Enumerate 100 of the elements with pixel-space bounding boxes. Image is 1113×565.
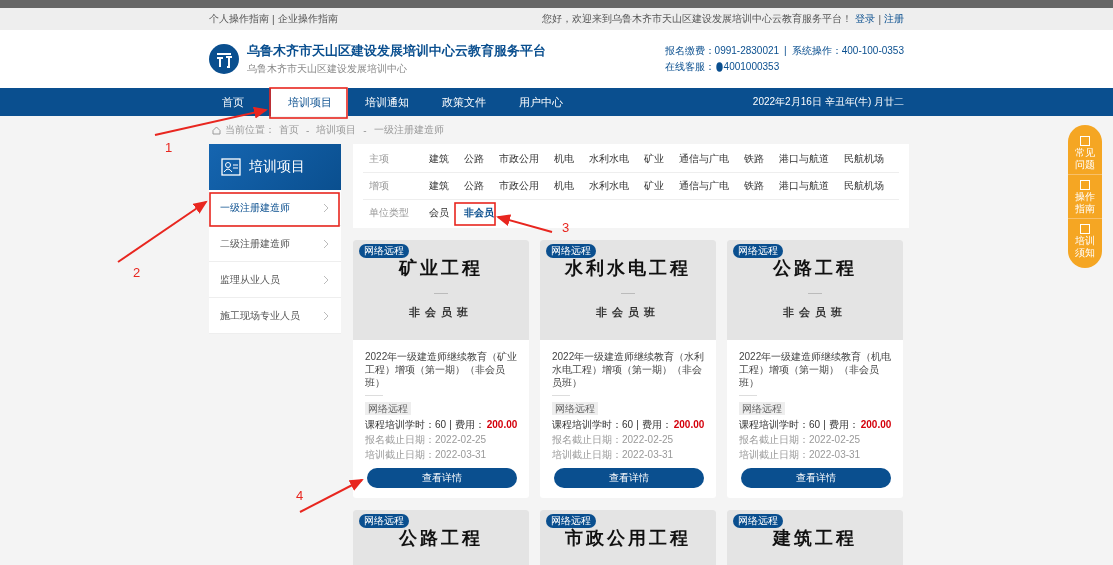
filter-label: 主项 <box>368 152 390 166</box>
signup-deadline: 报名截止日期：2022-02-25 <box>552 434 675 446</box>
side-widget-label: 常见问题 <box>1075 147 1095 170</box>
signup-deadline: 报名截止日期：2022-02-25 <box>739 434 862 446</box>
course-cover-title: 矿业工程 <box>399 257 483 279</box>
login-link[interactable]: 登录 <box>855 12 876 26</box>
service-label: 在线客服： <box>664 60 715 74</box>
fee-value: 200.00 <box>860 419 892 431</box>
filter-label: 单位类型 <box>368 206 410 220</box>
hours-text: 课程培训学时：60 <box>739 419 821 431</box>
guide-link[interactable]: 个人操作指南 <box>209 12 269 26</box>
nav-tab[interactable]: 首页 <box>194 88 271 116</box>
fee-label: 费用： <box>454 419 485 431</box>
details-button[interactable]: 查看详情 <box>741 468 891 488</box>
nav-tab[interactable]: 培训项目 <box>271 88 348 116</box>
nav-tab[interactable]: 培训通知 <box>348 88 425 116</box>
guide-link[interactable]: 企业操作指南 <box>277 12 338 26</box>
date-text: 2022年2月16日 辛丑年(牛) 月廿二 <box>752 95 904 109</box>
filter-option[interactable]: 水利水电 <box>589 179 629 193</box>
separator: | <box>449 419 452 431</box>
register-link[interactable]: 注册 <box>884 12 904 26</box>
separator: | <box>784 45 787 56</box>
system-phone: 系统操作：400-100-0353 <box>791 45 904 56</box>
fee-label: 费用： <box>641 419 672 431</box>
separator: | <box>878 13 881 25</box>
course-description: 2022年一级建造师继续教育（机电工程）增项（第一期）（非会员班） <box>739 350 893 389</box>
filter-option[interactable]: 通信与广电 <box>679 179 729 193</box>
hours-text: 课程培训学时：60 <box>552 419 634 431</box>
sidebar-item[interactable]: 施工现场专业人员 <box>209 298 341 334</box>
document-icon <box>1079 179 1091 191</box>
sidebar-item[interactable]: 一级注册建造师 <box>209 190 341 226</box>
course-cover-title: 水利水电工程 <box>565 257 691 279</box>
filter-option[interactable]: 非会员 <box>464 206 494 220</box>
details-button[interactable]: 查看详情 <box>367 468 517 488</box>
filter-option[interactable]: 铁路 <box>744 179 764 193</box>
service-number: 4001000353 <box>723 60 780 74</box>
course-description: 2022年一级建造师继续教育（水利水电工程）增项（第一期）（非会员班） <box>552 350 706 389</box>
separator: | <box>272 13 275 25</box>
filter-option[interactable]: 民航机场 <box>844 152 884 166</box>
chevron-right-icon <box>323 238 329 249</box>
side-widget-label: 操作指南 <box>1075 191 1095 214</box>
filter-option[interactable]: 民航机场 <box>844 179 884 193</box>
training-deadline: 培训截止日期：2022-03-31 <box>365 449 488 461</box>
home-icon <box>212 125 221 135</box>
sidebar-title: 培训项目 <box>249 158 305 176</box>
filter-option[interactable]: 港口与航道 <box>779 152 829 166</box>
filter-option[interactable]: 市政公用 <box>499 152 539 166</box>
filter-option[interactable]: 公路 <box>464 152 484 166</box>
tag: 网络远程 <box>365 402 411 415</box>
course-cover-subtitle: 非会员班 <box>596 305 660 320</box>
filter-option[interactable]: 建筑 <box>429 152 449 166</box>
tag: 网络远程 <box>552 402 598 415</box>
filter-option[interactable]: 机电 <box>554 152 574 166</box>
badge: 网络远程 <box>733 244 783 258</box>
filter-option[interactable]: 市政公用 <box>499 179 539 193</box>
logo-icon <box>209 44 239 74</box>
hours-text: 课程培训学时：60 <box>365 419 447 431</box>
filter-option[interactable]: 铁路 <box>744 152 764 166</box>
separator: | <box>823 419 826 431</box>
filter-option[interactable]: 建筑 <box>429 179 449 193</box>
badge: 网络远程 <box>546 514 596 528</box>
filter-option[interactable]: 公路 <box>464 179 484 193</box>
nav-tab[interactable]: 用户中心 <box>502 88 579 116</box>
sidebar-item[interactable]: 监理从业人员 <box>209 262 341 298</box>
breadcrumb-separator: - <box>306 124 310 136</box>
breadcrumb-label: 当前位置： <box>225 123 275 137</box>
side-widget-label: 培训须知 <box>1075 235 1095 258</box>
course-description: 2022年一级建造师继续教育（矿业工程）增项（第一期）（非会员班） <box>365 350 519 389</box>
training-deadline: 培训截止日期：2022-03-31 <box>739 449 862 461</box>
signup-deadline: 报名截止日期：2022-02-25 <box>365 434 488 446</box>
sidebar-item[interactable]: 二级注册建造师 <box>209 226 341 262</box>
details-button[interactable]: 查看详情 <box>554 468 704 488</box>
course-cover-subtitle: 非会员班 <box>783 305 847 320</box>
chevron-right-icon <box>323 202 329 213</box>
chevron-right-icon <box>323 274 329 285</box>
course-cover-subtitle: 非会员班 <box>409 305 473 320</box>
step-number: 2 <box>133 265 141 280</box>
badge: 网络远程 <box>546 244 596 258</box>
filter-option[interactable]: 通信与广电 <box>679 152 729 166</box>
separator: | <box>636 419 639 431</box>
site-subtitle: 乌鲁木齐市天山区建设发展培训中心 <box>247 61 408 76</box>
payment-phone: 报名缴费：0991-2830021 <box>664 45 780 56</box>
filter-option[interactable]: 机电 <box>554 179 574 193</box>
filter-option[interactable]: 矿业 <box>644 152 664 166</box>
fee-value: 200.00 <box>673 419 705 431</box>
fee-value: 200.00 <box>486 419 518 431</box>
step-number: 4 <box>296 488 304 503</box>
nav-tab[interactable]: 政策文件 <box>425 88 502 116</box>
filter-option[interactable]: 矿业 <box>644 179 664 193</box>
welcome-text: 您好，欢迎来到乌鲁木齐市天山区建设发展培训中心云教育服务平台！ <box>542 12 853 26</box>
step-number: 1 <box>165 140 173 155</box>
course-cover-title: 公路工程 <box>773 257 857 279</box>
filter-option[interactable]: 港口与航道 <box>779 179 829 193</box>
filter-label: 增项 <box>368 179 390 193</box>
badge: 网络远程 <box>359 514 409 528</box>
highlight-box <box>454 202 496 226</box>
filter-option[interactable]: 会员 <box>429 206 449 220</box>
id-card-icon <box>221 158 241 176</box>
document-icon <box>1079 223 1091 235</box>
filter-option[interactable]: 水利水电 <box>589 152 629 166</box>
